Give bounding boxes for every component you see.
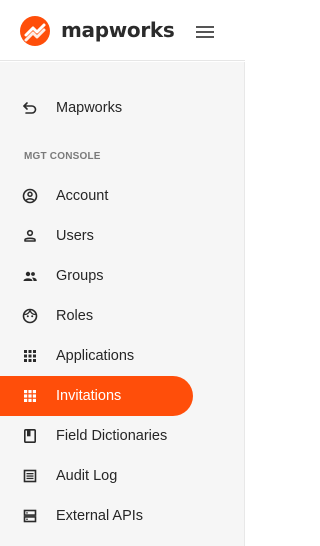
sidebar-item-field-dictionaries[interactable]: Field Dictionaries xyxy=(0,416,245,456)
apps-grid-icon xyxy=(24,350,36,362)
sidebar-item-label: Account xyxy=(56,188,109,204)
sidebar-item-audit-log[interactable]: Audit Log xyxy=(0,456,245,496)
storage-icon xyxy=(23,509,37,523)
people-icon xyxy=(23,271,37,281)
sidebar-item-label: Field Dictionaries xyxy=(56,428,168,444)
sidebar-item-external-apis[interactable]: External APIs xyxy=(0,496,245,536)
book-icon xyxy=(23,428,36,443)
sidebar-item-label: Groups xyxy=(56,268,104,284)
sidebar: Mapworks MGT CONSOLE Account Users Group… xyxy=(0,62,245,546)
app-header: mapworks xyxy=(0,0,245,61)
account-circle-icon xyxy=(22,188,38,204)
sidebar-item-groups[interactable]: Groups xyxy=(0,256,245,296)
sidebar-item-label: Users xyxy=(56,228,94,244)
back-arrow-icon xyxy=(23,102,37,114)
sidebar-item-roles[interactable]: Roles xyxy=(0,296,245,336)
list-icon xyxy=(23,469,37,483)
sidebar-item-mapworks[interactable]: Mapworks xyxy=(0,88,245,128)
section-title: MGT CONSOLE xyxy=(24,151,101,162)
sidebar-item-invitations[interactable]: Invitations xyxy=(0,376,193,416)
sidebar-item-label: Applications xyxy=(56,348,135,364)
sidebar-item-users[interactable]: Users xyxy=(0,216,245,256)
sidebar-item-applications[interactable]: Applications xyxy=(0,336,245,376)
sidebar-item-label: External APIs xyxy=(56,508,144,524)
sidebar-item-label: Roles xyxy=(56,308,94,324)
sidebar-item-label: Mapworks xyxy=(56,100,123,116)
person-icon xyxy=(24,229,36,242)
sidebar-item-account[interactable]: Account xyxy=(0,176,245,216)
hamburger-menu-icon[interactable] xyxy=(193,22,217,42)
sidebar-item-label: Invitations xyxy=(56,388,122,404)
grid-icon xyxy=(24,390,36,402)
sidebar-item-label: Audit Log xyxy=(56,468,118,484)
brand-name: mapworks xyxy=(61,18,175,42)
face-icon xyxy=(22,308,38,324)
mapworks-logo-icon[interactable] xyxy=(20,16,50,46)
